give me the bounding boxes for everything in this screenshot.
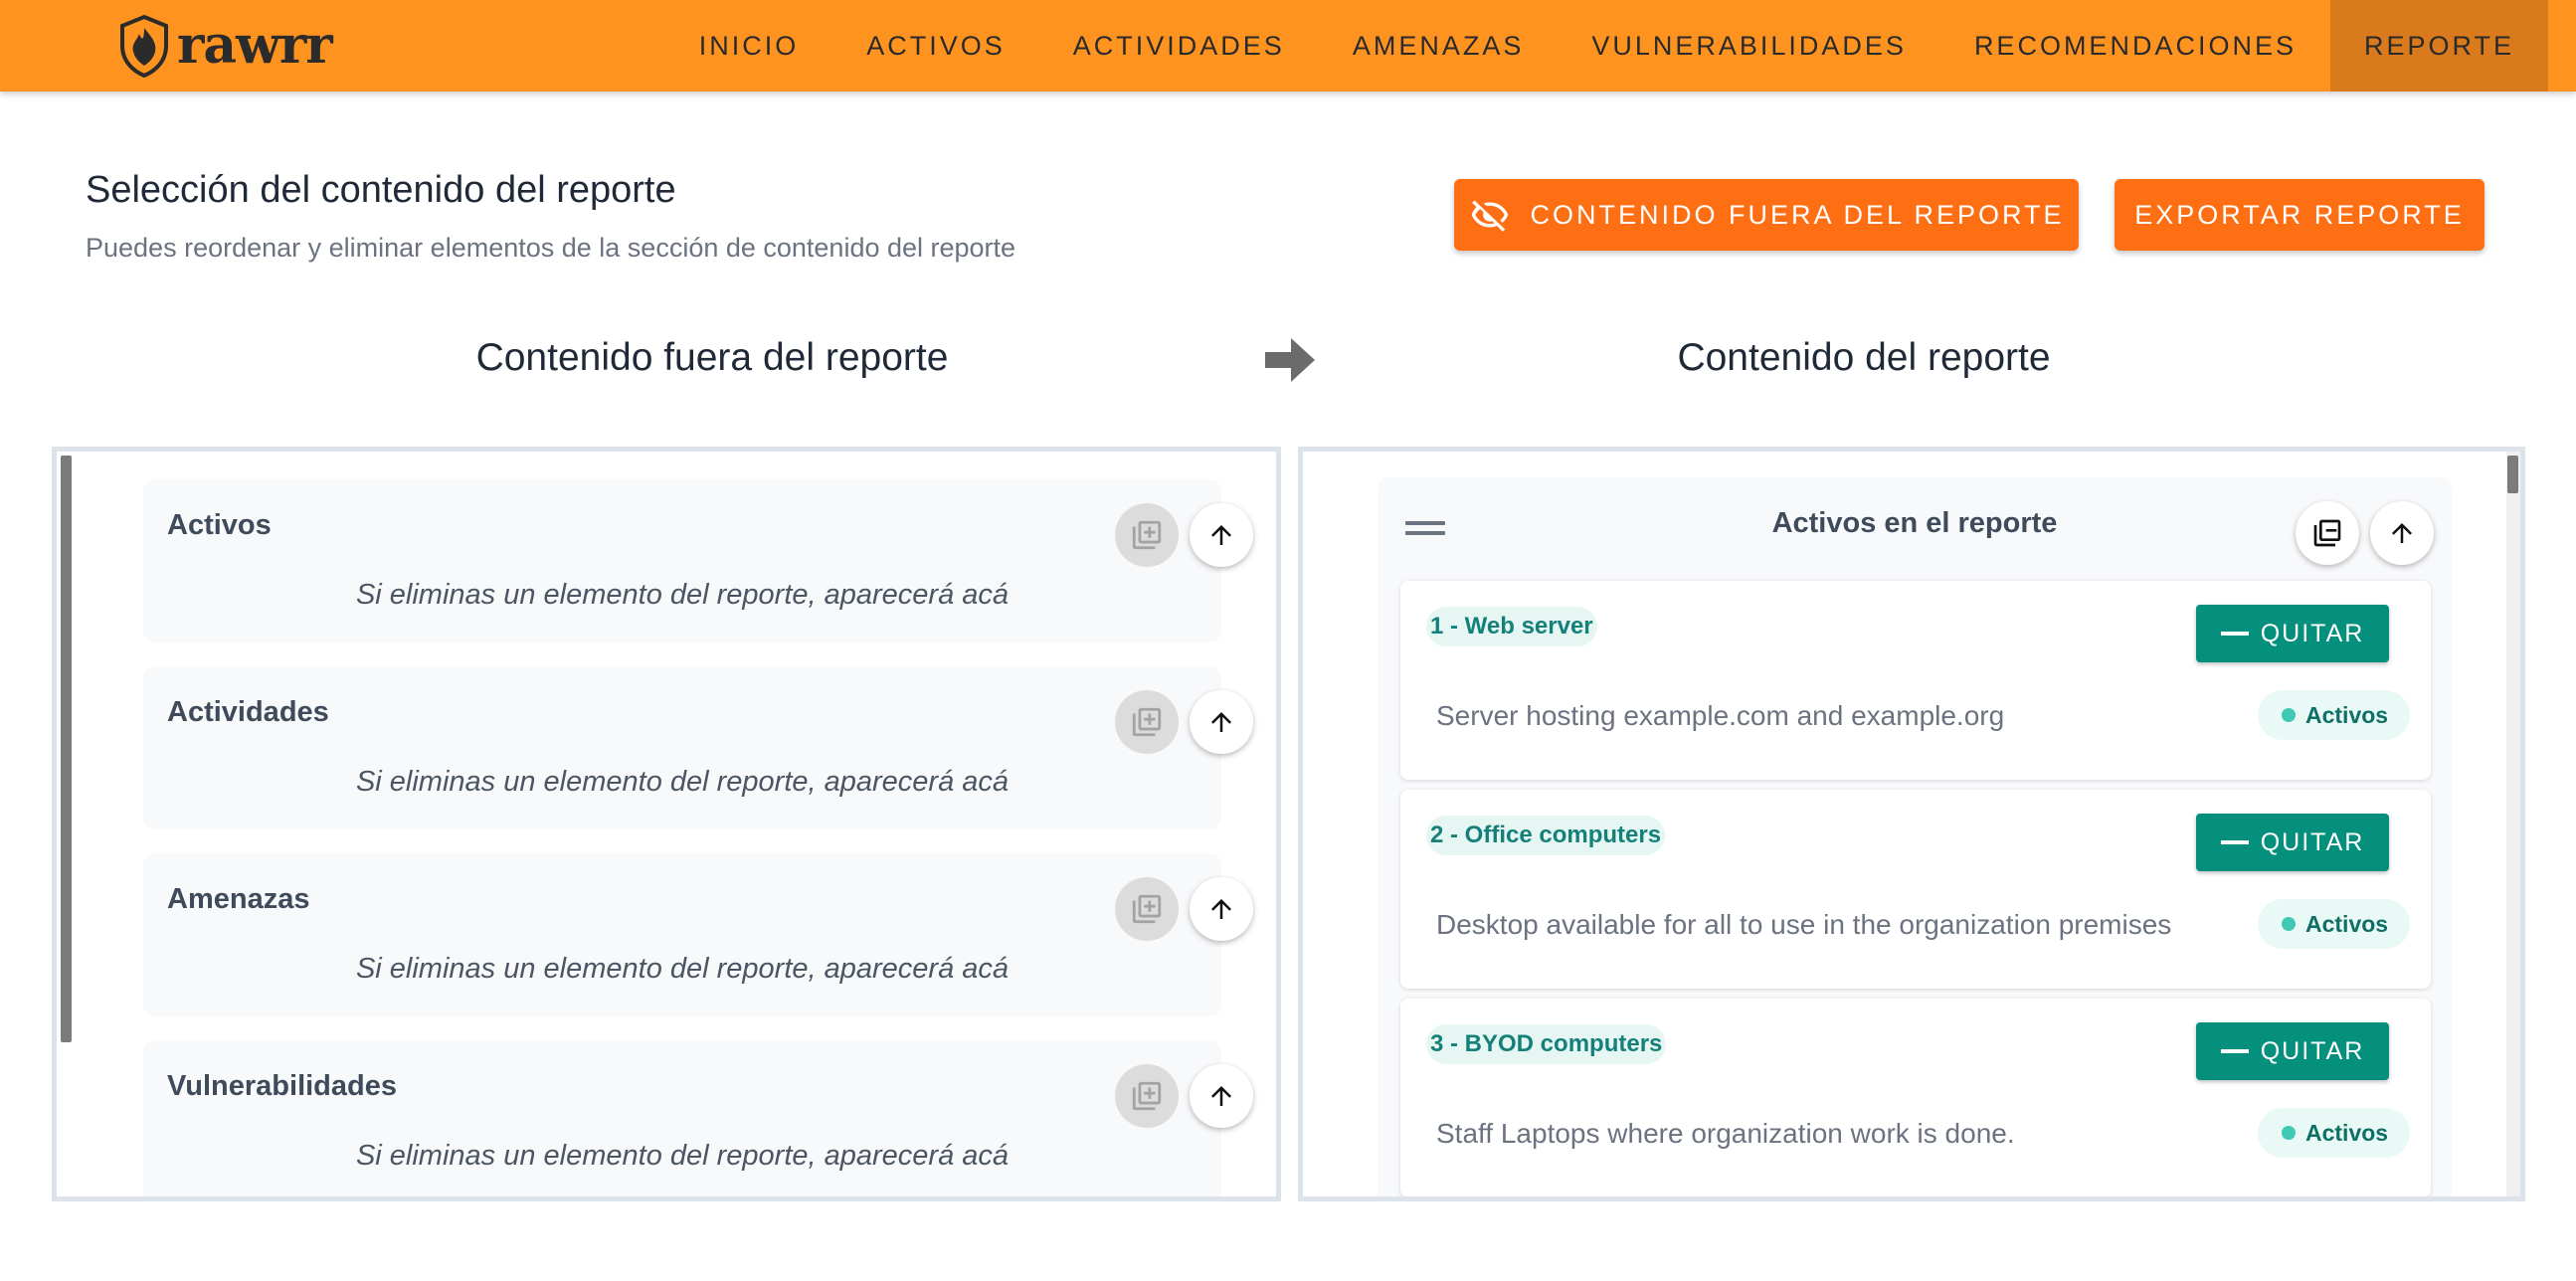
badge-label: Activos xyxy=(2305,910,2389,937)
remove-label: QUITAR xyxy=(2260,1036,2365,1065)
nav-links: INICIO ACTIVOS ACTIVIDADES AMENAZAS VULN… xyxy=(665,0,2548,92)
arrow-up-icon xyxy=(1211,525,1231,545)
add-to-report-icon xyxy=(1115,877,1179,941)
left-column-heading: Contenido fuera del reporte xyxy=(475,336,949,379)
asset-name: 2 - Office computers xyxy=(1426,816,1666,855)
minus-icon xyxy=(2220,632,2249,636)
remove-from-report-button[interactable] xyxy=(2296,501,2359,565)
move-up-button[interactable] xyxy=(1190,690,1253,754)
empty-message: Si eliminas un elemento del reporte, apa… xyxy=(355,579,1010,611)
content-out-panel: Activos Si eliminas un elemento del repo… xyxy=(52,447,1281,1201)
export-report-button[interactable]: EXPORTAR REPORTE xyxy=(2115,179,2484,251)
status-dot-icon xyxy=(2282,917,2296,931)
library-remove-icon xyxy=(2313,519,2341,547)
report-content-panel: Activos en el reporte 1 - Web server QUI… xyxy=(1298,447,2525,1201)
nav-activos[interactable]: ACTIVOS xyxy=(832,0,1039,92)
right-column-heading: Contenido del reporte xyxy=(1677,336,2051,379)
shield-flame-icon xyxy=(120,14,168,78)
nav-amenazas[interactable]: AMENAZAS xyxy=(1319,0,1559,92)
asset-name: 1 - Web server xyxy=(1426,607,1597,646)
remove-label: QUITAR xyxy=(2260,827,2365,856)
asset-type-badge: Activos xyxy=(2258,690,2411,740)
asset-description: Staff Laptops where organization work is… xyxy=(1436,1118,2015,1149)
section-name: Amenazas xyxy=(167,883,310,915)
page-subtitle: Puedes reordenar y eliminar elementos de… xyxy=(86,233,1016,263)
empty-message: Si eliminas un elemento del reporte, apa… xyxy=(355,766,1010,798)
content-out-label: CONTENIDO FUERA DEL REPORTE xyxy=(1530,199,2065,230)
add-to-report-icon xyxy=(1115,503,1179,567)
asset-type-badge: Activos xyxy=(2258,1108,2411,1158)
minus-icon xyxy=(2220,840,2249,844)
add-to-report-icon xyxy=(1115,690,1179,754)
top-navbar: rawrr INICIO ACTIVOS ACTIVIDADES AMENAZA… xyxy=(0,0,2576,92)
right-scroll-track[interactable] xyxy=(2506,452,2520,1196)
content-out-button[interactable]: CONTENIDO FUERA DEL REPORTE xyxy=(1454,179,2079,251)
section-name: Actividades xyxy=(167,696,329,728)
section-name: Activos xyxy=(167,509,272,541)
status-dot-icon xyxy=(2282,1126,2296,1140)
status-dot-icon xyxy=(2282,708,2296,722)
add-to-report-icon xyxy=(1115,1064,1179,1128)
arrow-up-icon xyxy=(1211,899,1231,919)
page-title: Selección del contenido del reporte xyxy=(86,169,676,211)
minus-icon xyxy=(2220,1049,2249,1053)
asset-name: 3 - BYOD computers xyxy=(1426,1024,1667,1064)
out-section-actividades: Actividades Si eliminas un elemento del … xyxy=(143,666,1253,829)
asset-description: Server hosting example.com and example.o… xyxy=(1436,700,2005,731)
nav-inicio[interactable]: INICIO xyxy=(665,0,833,92)
remove-label: QUITAR xyxy=(2260,619,2365,647)
move-up-button[interactable] xyxy=(1190,1064,1253,1128)
nav-recomendaciones[interactable]: RECOMENDACIONES xyxy=(1940,0,2330,92)
logo[interactable]: rawrr xyxy=(117,10,333,82)
badge-label: Activos xyxy=(2305,1119,2389,1146)
arrow-up-icon xyxy=(2392,523,2412,543)
badge-label: Activos xyxy=(2305,701,2389,728)
nav-reporte[interactable]: REPORTE xyxy=(2329,0,2548,92)
export-report-label: EXPORTAR REPORTE xyxy=(2134,199,2465,230)
nav-actividades[interactable]: ACTIVIDADES xyxy=(1039,0,1319,92)
eye-off-icon xyxy=(1472,200,1509,232)
left-scrollbar[interactable] xyxy=(61,456,72,1042)
move-up-button[interactable] xyxy=(2370,501,2434,565)
asset-type-badge: Activos xyxy=(2258,899,2411,949)
right-scrollbar[interactable] xyxy=(2507,456,2518,493)
out-section-activos: Activos Si eliminas un elemento del repo… xyxy=(143,479,1253,642)
out-section-vulnerabilidades: Vulnerabilidades Si eliminas un elemento… xyxy=(143,1040,1253,1196)
logo-text: rawrr xyxy=(177,15,333,76)
empty-message: Si eliminas un elemento del reporte, apa… xyxy=(355,1140,1010,1172)
arrow-up-icon xyxy=(1211,1086,1231,1106)
remove-asset-button[interactable]: QUITAR xyxy=(2196,605,2389,662)
arrow-up-icon xyxy=(1211,712,1231,732)
out-section-amenazas: Amenazas Si eliminas un elemento del rep… xyxy=(143,853,1253,1016)
move-up-button[interactable] xyxy=(1190,503,1253,567)
report-section-title: Activos en el reporte xyxy=(1771,507,2058,539)
asset-card: 3 - BYOD computers QUITAR Staff Laptops … xyxy=(1400,999,2431,1196)
empty-message: Si eliminas un elemento del reporte, apa… xyxy=(355,953,1010,985)
asset-card: 1 - Web server QUITAR Server hosting exa… xyxy=(1400,581,2431,780)
asset-description: Desktop available for all to use in the … xyxy=(1436,909,2172,940)
nav-vulnerabilidades[interactable]: VULNERABILIDADES xyxy=(1558,0,1940,92)
section-name: Vulnerabilidades xyxy=(167,1070,397,1102)
move-up-button[interactable] xyxy=(1190,877,1253,941)
remove-asset-button[interactable]: QUITAR xyxy=(2196,814,2389,871)
asset-card: 2 - Office computers QUITAR Desktop avai… xyxy=(1400,790,2431,989)
remove-asset-button[interactable]: QUITAR xyxy=(2196,1022,2389,1080)
